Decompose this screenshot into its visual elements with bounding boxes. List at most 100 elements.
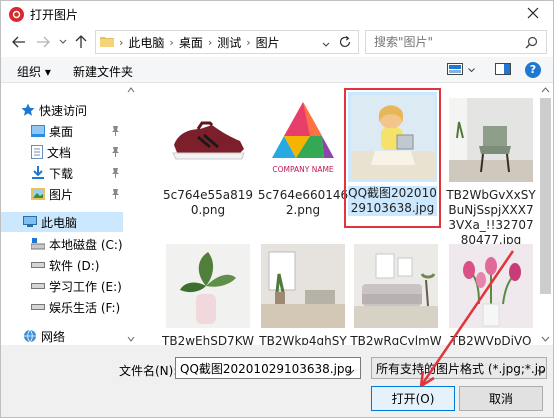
back-arrow-icon[interactable] <box>9 32 29 52</box>
open-button[interactable]: 打开(O) <box>371 386 455 411</box>
title-bar: 打开图片 <box>1 1 553 27</box>
image-thumbnail <box>348 92 437 182</box>
filetype-value: 所有支持的图片格式 (*.jpg;*.jpe <box>376 361 547 376</box>
sidebar-item-label: 本地磁盘 (C:) <box>49 237 123 252</box>
breadcrumb-separator: › <box>169 35 174 49</box>
file-name: TB2wEhSD7KWBuNjy1zjXXcOy <box>162 334 254 345</box>
network-icon <box>23 329 37 343</box>
logo-text: COMPANY NAME <box>272 165 334 174</box>
close-icon[interactable] <box>525 5 541 21</box>
sidebar-item-label: 下载 <box>49 166 74 181</box>
chevron-down-icon[interactable] <box>322 37 330 51</box>
app-logo-icon <box>9 6 24 22</box>
sidebar-item-label: 学习工作 (E:) <box>49 279 122 294</box>
preview-pane-icon[interactable] <box>495 62 511 79</box>
organize-menu[interactable]: 组织 ▾ <box>17 63 51 80</box>
breadcrumb-this-pc[interactable]: 此电脑 <box>128 34 164 51</box>
pin-icon[interactable] <box>111 146 120 160</box>
file-item-selected[interactable]: QQ截图20201029103638.jpg <box>344 88 441 228</box>
sidebar-item-label: 文档 <box>47 145 72 160</box>
breadcrumb-pictures[interactable]: 图片 <box>256 34 280 51</box>
dialog-footer: 文件名(N): 所有支持的图片格式 (*.jpg;*.jpe 打开(O) 取消 <box>1 345 553 417</box>
open-image-dialog: 打开图片 › 此电脑 › 桌面 › 测试 › 图片 搜索"图片" 组织 ▾ 新建… <box>0 0 554 418</box>
drive-icon <box>31 303 45 311</box>
file-name: TB2Wkp4qhSYBuNjSspiXXX73V <box>259 334 347 345</box>
refresh-icon[interactable] <box>338 35 352 52</box>
image-thumbnail <box>162 94 254 186</box>
sidebar-item-network[interactable]: 网络 <box>23 326 65 346</box>
address-bar[interactable]: › 此电脑 › 桌面 › 测试 › 图片 <box>95 30 359 54</box>
sidebar-item-pictures[interactable]: 图片 <box>31 184 73 204</box>
pin-icon[interactable] <box>111 188 120 202</box>
sidebar-item-label: 图片 <box>49 187 74 202</box>
file-name: TB2wRqCvlmWBuNkSndVXXcs <box>350 334 442 345</box>
search-box[interactable] <box>365 30 547 54</box>
pin-icon[interactable] <box>111 167 120 181</box>
command-toolbar: 组织 ▾ 新建文件夹 ? <box>1 57 553 83</box>
sidebar-item-label: 此电脑 <box>41 215 78 230</box>
image-thumbnail <box>162 240 254 332</box>
image-thumbnail <box>445 94 537 186</box>
image-thumbnail <box>445 240 537 332</box>
navigation-bar: › 此电脑 › 桌面 › 测试 › 图片 <box>1 28 553 56</box>
pictures-folder-icon <box>31 188 45 200</box>
file-name: QQ截图20201029103638.jpg <box>348 186 437 216</box>
drive-icon <box>31 261 45 269</box>
sidebar-item-label: 网络 <box>41 329 66 344</box>
window-title: 打开图片 <box>30 7 79 22</box>
computer-icon <box>23 216 37 228</box>
file-list-scrollbar[interactable] <box>538 84 553 345</box>
sidebar-item-label: 软件 (D:) <box>49 258 100 273</box>
sidebar-scrollbar[interactable] <box>124 84 138 345</box>
search-icon[interactable] <box>525 36 538 52</box>
filename-input[interactable] <box>175 357 361 379</box>
file-name: 5c764e55a8190.png <box>162 188 254 217</box>
breadcrumb-separator: › <box>246 35 251 49</box>
image-thumbnail: COMPANY NAME <box>257 94 349 186</box>
star-icon <box>21 103 35 117</box>
chevron-down-icon <box>468 68 475 73</box>
sidebar-item-downloads[interactable]: 下载 <box>31 163 73 183</box>
documents-folder-icon <box>31 145 43 159</box>
image-thumbnail <box>257 240 349 332</box>
sidebar-item-documents[interactable]: 文档 <box>31 142 71 162</box>
recent-dropdown-icon[interactable] <box>53 32 73 52</box>
sidebar-item-desktop[interactable]: 桌面 <box>31 121 73 141</box>
file-name: TB2WbGvXxSYBuNjSspjXXX73VXa_!!3270780477… <box>446 188 536 247</box>
breadcrumb-separator: › <box>207 35 213 49</box>
sidebar-item-drive-f[interactable]: 娱乐生活 (F:) <box>31 297 120 317</box>
sidebar-item-this-pc[interactable]: 此电脑 <box>1 212 123 232</box>
desktop-folder-icon <box>31 125 45 137</box>
breadcrumb-desktop[interactable]: 桌面 <box>179 34 203 51</box>
filename-label: 文件名(N): <box>119 364 178 378</box>
drive-icon <box>31 282 45 290</box>
cancel-button[interactable]: 取消 <box>459 386 543 411</box>
help-icon[interactable]: ? <box>525 62 541 78</box>
breadcrumb-separator: › <box>119 35 124 49</box>
sidebar-item-quick-access[interactable]: 快速访问 <box>21 100 87 120</box>
folder-icon <box>100 35 114 50</box>
file-name: TB2WVpDiVOWBuNjy0FiXXXFx <box>450 334 532 345</box>
view-icon <box>447 62 463 79</box>
search-input[interactable] <box>374 35 524 49</box>
pin-icon[interactable] <box>111 125 120 139</box>
sidebar-item-drive-c[interactable]: 本地磁盘 (C:) <box>31 234 123 254</box>
view-options-button[interactable] <box>447 62 475 79</box>
sidebar-item-drive-e[interactable]: 学习工作 (E:) <box>31 276 122 296</box>
chevron-down-icon[interactable] <box>537 364 545 378</box>
sidebar-item-label: 桌面 <box>49 124 74 139</box>
file-list: 5c764e55a8190.png COMPANY NAME 5c764e660… <box>139 84 537 345</box>
image-thumbnail <box>350 240 442 332</box>
new-folder-button[interactable]: 新建文件夹 <box>73 63 133 80</box>
forward-arrow-icon[interactable] <box>33 32 53 52</box>
up-arrow-icon[interactable] <box>71 32 91 52</box>
downloads-folder-icon <box>31 166 45 180</box>
sidebar-item-label: 娱乐生活 (F:) <box>49 300 121 315</box>
file-name: 5c764e6601462.png <box>257 188 349 217</box>
chevron-down-icon[interactable] <box>347 364 355 378</box>
system-drive-icon <box>31 238 45 250</box>
navigation-pane: 快速访问 桌面 文档 下载 图片 此电脑 本地磁盘 (C:) 软件 (D:) 学… <box>1 84 123 345</box>
filetype-select[interactable]: 所有支持的图片格式 (*.jpg;*.jpe <box>371 357 547 379</box>
breadcrumb-test[interactable]: 测试 <box>217 34 241 51</box>
sidebar-item-drive-d[interactable]: 软件 (D:) <box>31 255 99 275</box>
